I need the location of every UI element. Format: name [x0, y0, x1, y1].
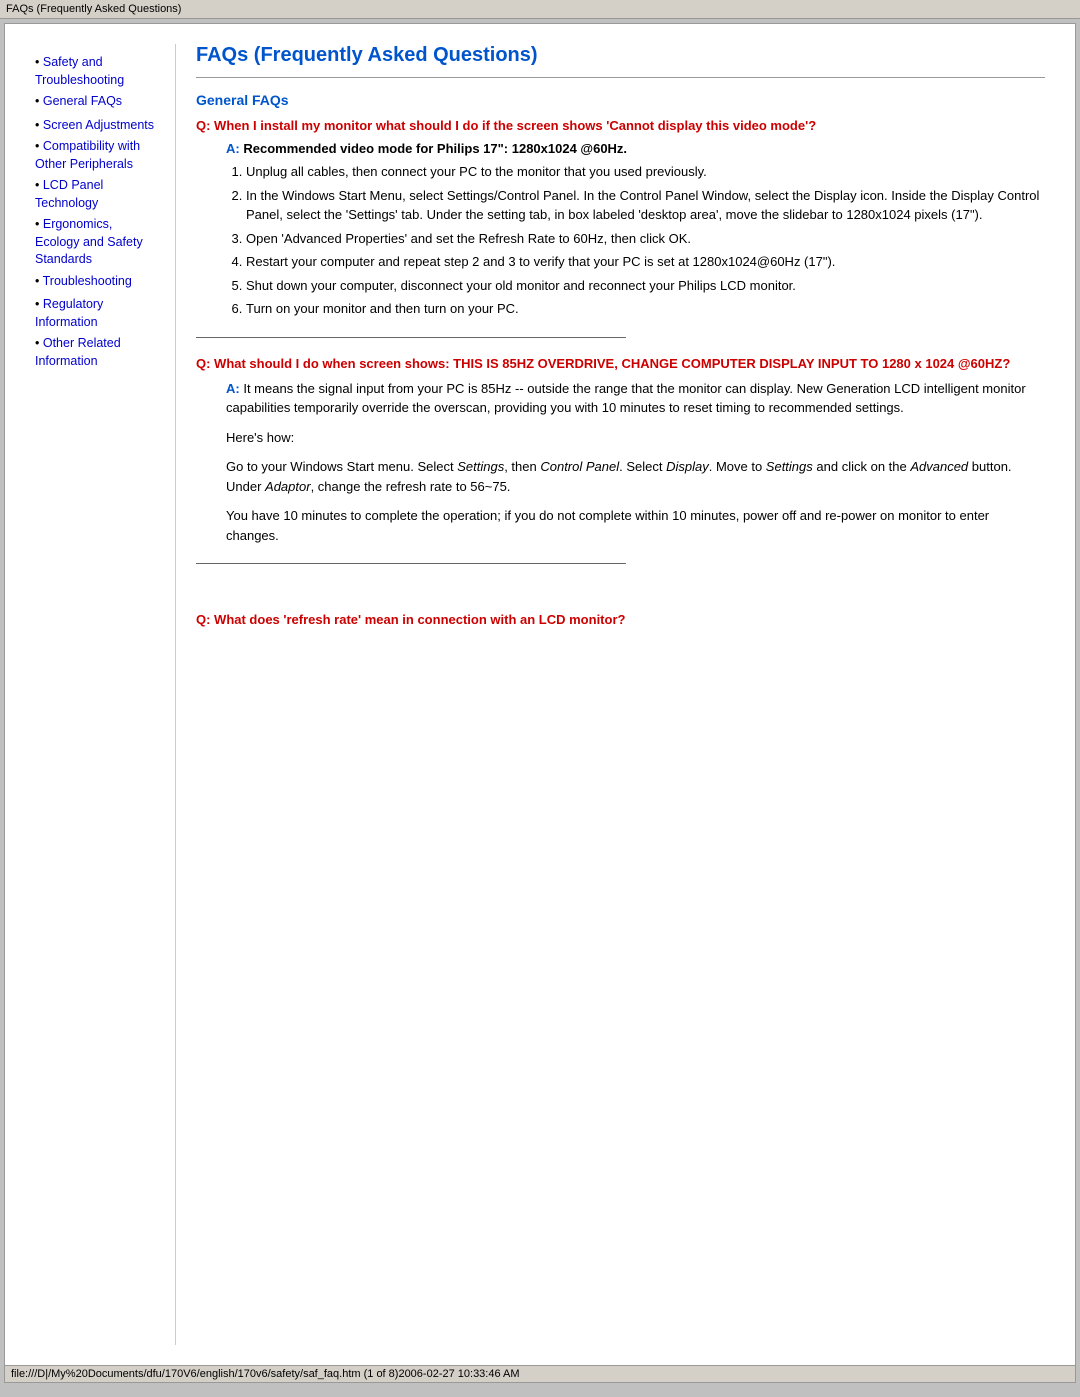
page-content: • Safety and Troubleshooting • General F… — [5, 24, 1075, 1365]
sidebar-link-screen[interactable]: Screen Adjustments — [43, 118, 154, 132]
section-title: General FAQs — [196, 92, 1045, 108]
sidebar-link-general-faqs[interactable]: General FAQs — [43, 94, 122, 108]
browser-window: • Safety and Troubleshooting • General F… — [4, 23, 1076, 1383]
main-content: FAQs (Frequently Asked Questions) Genera… — [175, 44, 1065, 1345]
sidebar-item-lcd[interactable]: • LCD Panel Technology — [35, 177, 160, 212]
answer-1-intro-text: Recommended video mode for Philips 17": … — [243, 141, 627, 156]
sidebar-nav: • Safety and Troubleshooting • General F… — [35, 54, 160, 370]
answer-2-content: It means the signal input from your PC i… — [226, 381, 1026, 416]
sidebar-item-compatibility[interactable]: • Compatibility with Other Peripherals — [35, 138, 160, 173]
top-divider — [196, 77, 1045, 78]
sidebar: • Safety and Troubleshooting • General F… — [15, 44, 170, 1345]
sidebar-link-ergonomics[interactable]: Ergonomics, Ecology and Safety Standards — [35, 217, 143, 266]
title-bar-text: FAQs (Frequently Asked Questions) — [6, 3, 181, 15]
instructions-1: Go to your Windows Start menu. Select Se… — [226, 457, 1045, 496]
answer-1-steps: Unplug all cables, then connect your PC … — [246, 162, 1045, 319]
sidebar-link-compatibility[interactable]: Compatibility with Other Peripherals — [35, 139, 140, 171]
status-bar: file:///D|/My%20Documents/dfu/170V6/engl… — [5, 1365, 1075, 1382]
title-bar: FAQs (Frequently Asked Questions) — [0, 0, 1080, 19]
sidebar-item-other[interactable]: • Other Related Information — [35, 335, 160, 370]
question-2: Q: What should I do when screen shows: T… — [196, 356, 1045, 371]
sidebar-link-other[interactable]: Other Related Information — [35, 336, 121, 368]
step-2: In the Windows Start Menu, select Settin… — [246, 186, 1045, 225]
heres-how: Here's how: — [226, 428, 1045, 448]
step-5: Shut down your computer, disconnect your… — [246, 276, 1045, 296]
sidebar-item-troubleshooting[interactable]: • Troubleshooting — [35, 273, 160, 291]
step-4: Restart your computer and repeat step 2 … — [246, 252, 1045, 272]
answer-1-label: A: — [226, 141, 243, 156]
answer-2-block: A: It means the signal input from your P… — [226, 379, 1045, 418]
sidebar-link-lcd[interactable]: LCD Panel Technology — [35, 178, 103, 210]
sidebar-link-regulatory[interactable]: Regulatory Information — [35, 297, 103, 329]
question-3: Q: What does 'refresh rate' mean in conn… — [196, 612, 1045, 627]
sidebar-item-screen[interactable]: • Screen Adjustments — [35, 117, 160, 135]
sidebar-item-general-faqs[interactable]: • General FAQs — [35, 93, 160, 111]
step-6: Turn on your monitor and then turn on yo… — [246, 299, 1045, 319]
page-title: FAQs (Frequently Asked Questions) — [196, 44, 1045, 67]
sidebar-item-ergonomics[interactable]: • Ergonomics, Ecology and Safety Standar… — [35, 216, 160, 269]
sidebar-link-safety[interactable]: Safety and Troubleshooting — [35, 55, 124, 87]
answer-1-block: A: Recommended video mode for Philips 17… — [226, 141, 1045, 319]
step-1: Unplug all cables, then connect your PC … — [246, 162, 1045, 182]
sidebar-item-regulatory[interactable]: • Regulatory Information — [35, 296, 160, 331]
answer-2-label: A: — [226, 381, 243, 396]
instructions-2: You have 10 minutes to complete the oper… — [226, 506, 1045, 545]
sidebar-link-troubleshooting[interactable]: Troubleshooting — [43, 274, 132, 288]
answer-2-text: A: It means the signal input from your P… — [226, 379, 1045, 418]
divider-1 — [196, 337, 626, 338]
question-1: Q: When I install my monitor what should… — [196, 118, 1045, 133]
divider-2 — [196, 563, 626, 564]
status-bar-text: file:///D|/My%20Documents/dfu/170V6/engl… — [11, 1368, 520, 1380]
answer-1-intro: A: Recommended video mode for Philips 17… — [226, 141, 1045, 156]
sidebar-item-safety[interactable]: • Safety and Troubleshooting — [35, 54, 160, 89]
step-3: Open 'Advanced Properties' and set the R… — [246, 229, 1045, 249]
